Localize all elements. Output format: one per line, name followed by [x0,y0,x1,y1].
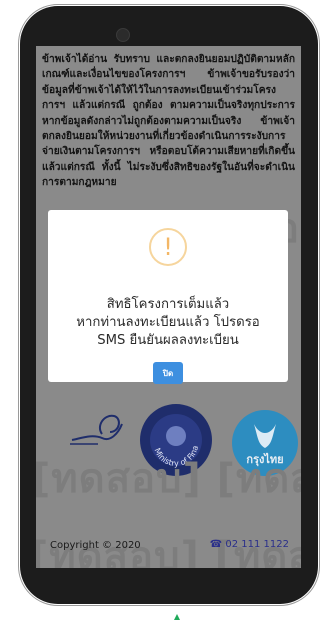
alert-line-1: สิทธิโครงการเต็มแล้ว [106,297,230,312]
hotline-number: 02 111 1122 [225,539,289,550]
alert-message: สิทธิโครงการเต็มแล้ว หากท่านลงทะเบียนแล้… [52,296,284,350]
alert-line-3: SMS ยืนยันผลลงทะเบียน [97,333,239,348]
copyright-text: Copyright © 2020 [50,540,141,551]
warning-icon: ! [149,228,187,266]
alert-dialog: ! สิทธิโครงการเต็มแล้ว หากท่านลงทะเบียนแ… [48,210,288,384]
app-screen: ข้าพเจ้าได้อ่าน รับทราบ และตกลงยินยอมปฏิ… [36,46,301,568]
close-button[interactable]: ปิด [153,362,183,384]
footer: Copyright © 2020 ☎ 02 111 1122 [42,536,295,556]
background-text: [ทดสอบ] [ทดสอ [36,456,301,502]
indicator-icon [174,614,180,620]
camera-icon [116,28,130,42]
terms-text: ข้าพเจ้าได้อ่าน รับทราบ และตกลงยินยอมปฏิ… [42,54,295,189]
logo-icon [70,414,123,445]
phone-icon: ☎ [209,539,223,550]
hotline-link[interactable]: ☎ 02 111 1122 [210,539,289,550]
alert-line-2: หากท่านลงทะเบียนแล้ว โปรดรอ [76,315,260,330]
